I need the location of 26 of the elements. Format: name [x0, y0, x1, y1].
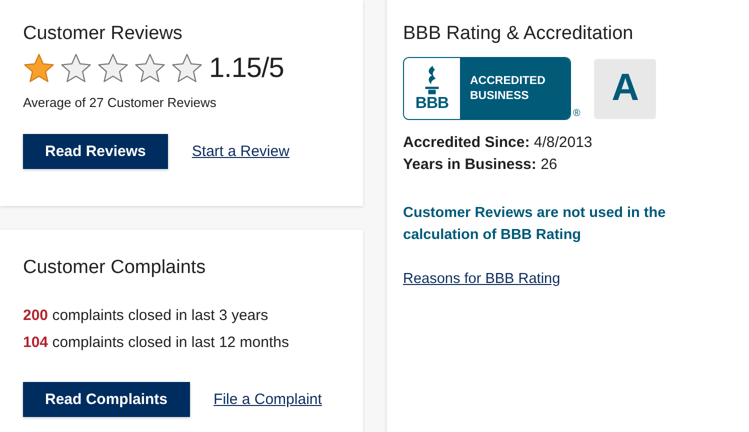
star-icon	[60, 53, 92, 83]
file-complaint-link[interactable]: File a Complaint	[214, 391, 322, 408]
seal-text: ACCREDITED	[470, 74, 546, 88]
seal-text: BUSINESS	[470, 88, 530, 104]
registered-mark: ®	[573, 108, 580, 120]
section-title: Customer Reviews	[23, 22, 184, 46]
star-icon	[97, 53, 129, 83]
seal-mark: BBB	[415, 95, 449, 112]
star-icon	[23, 53, 55, 83]
rating-note: Customer Reviews are not used in the calculation of BBB Rating	[403, 204, 667, 245]
star-icon	[134, 53, 166, 83]
business-fact: Accredited Since: 4/8/2013	[403, 133, 594, 153]
star-icon	[171, 53, 203, 83]
rating-reasons-link[interactable]: Reasons for BBB Rating	[403, 271, 560, 287]
start-review-link[interactable]: Start a Review	[192, 143, 290, 160]
read-complaints-button[interactable]: Read Complaints	[23, 382, 190, 417]
read-reviews-button[interactable]: Read Reviews	[23, 134, 168, 169]
complaint-count: 104 complaints closed in last 12 months	[23, 333, 290, 353]
review-summary: Average of 27 Customer Reviews	[23, 95, 218, 110]
rating-score: 1.15/5	[209, 52, 284, 84]
complaint-count: 200 complaints closed in last 3 years	[23, 306, 270, 326]
rating-grade: A	[594, 58, 656, 118]
torch-icon	[423, 65, 441, 95]
section-title: BBB Rating & Accreditation	[403, 22, 634, 46]
section-title: Customer Complaints	[23, 256, 207, 280]
business-fact: Years in Business: 26	[403, 155, 558, 175]
